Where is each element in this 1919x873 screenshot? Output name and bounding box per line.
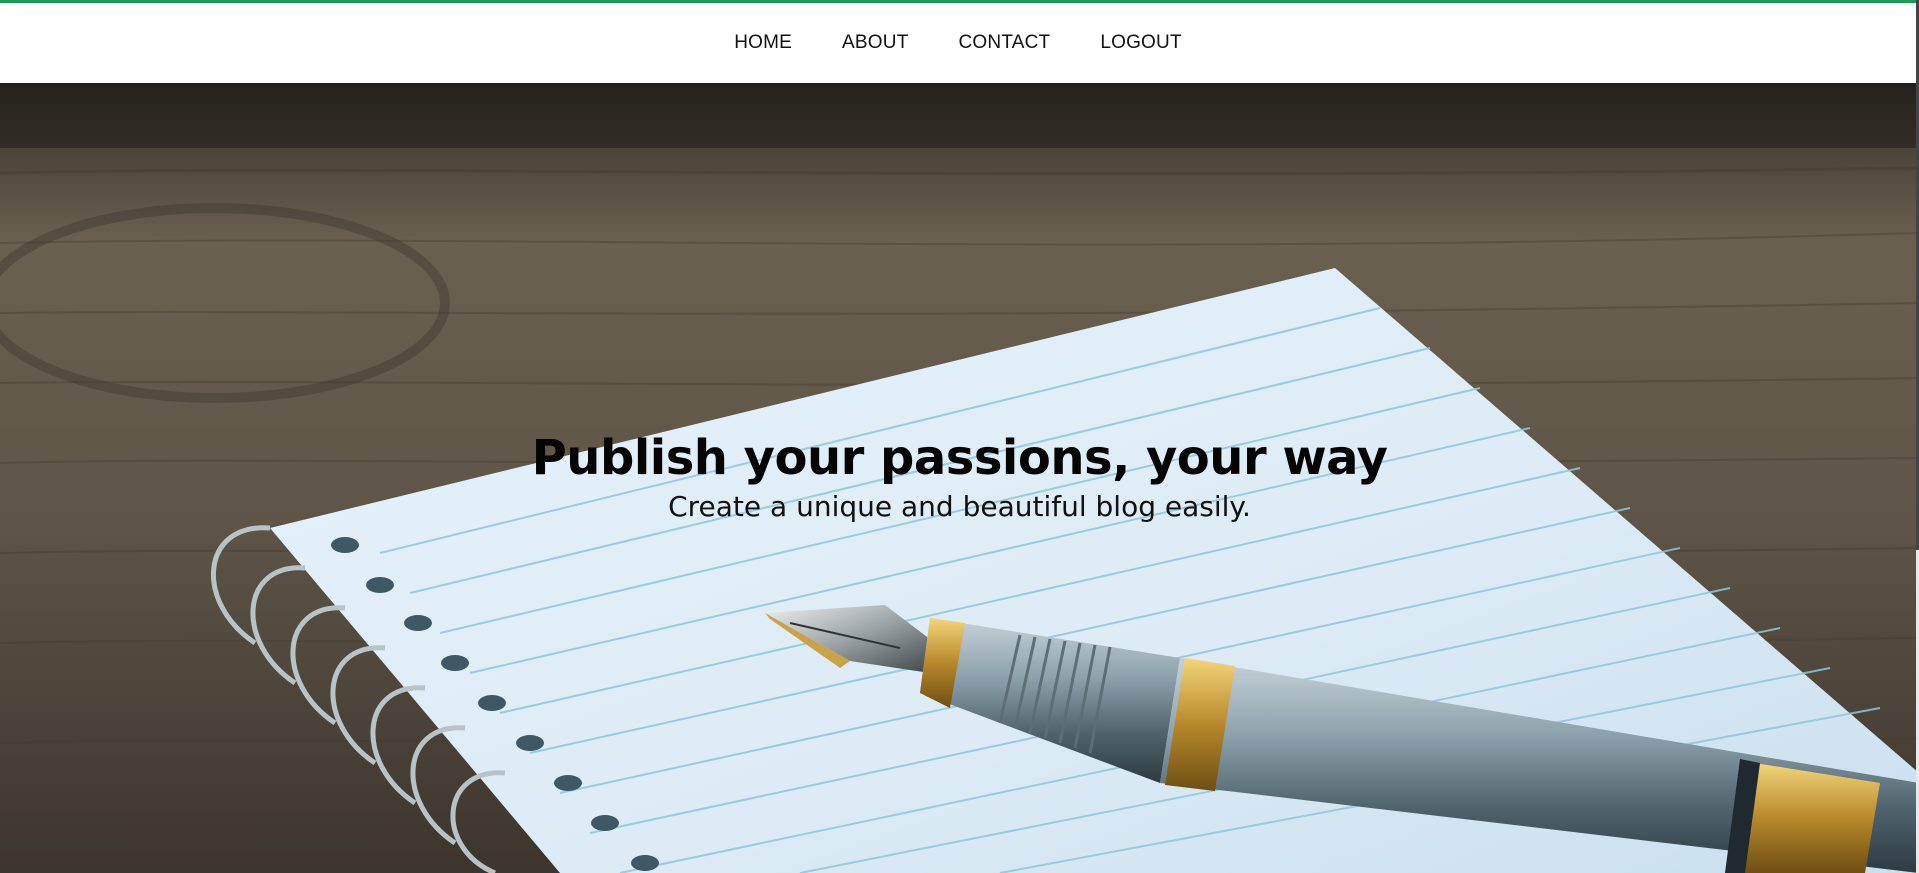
page: HOME ABOUT CONTACT LOGOUT Publish your p…: [0, 0, 1919, 873]
nav-home-link[interactable]: HOME: [734, 32, 792, 54]
top-navbar: HOME ABOUT CONTACT LOGOUT: [0, 3, 1916, 83]
nav-menu: HOME ABOUT CONTACT LOGOUT: [0, 3, 1916, 83]
nav-logout-link[interactable]: LOGOUT: [1100, 32, 1181, 54]
hero-text-block: Publish your passions, your way Create a…: [0, 430, 1919, 523]
nav-contact-link[interactable]: CONTACT: [959, 32, 1051, 54]
hero-section: Publish your passions, your way Create a…: [0, 83, 1919, 873]
hero-title: Publish your passions, your way: [531, 430, 1388, 486]
hero-subtitle: Create a unique and beautiful blog easil…: [668, 490, 1251, 523]
nav-about-link[interactable]: ABOUT: [842, 32, 908, 54]
